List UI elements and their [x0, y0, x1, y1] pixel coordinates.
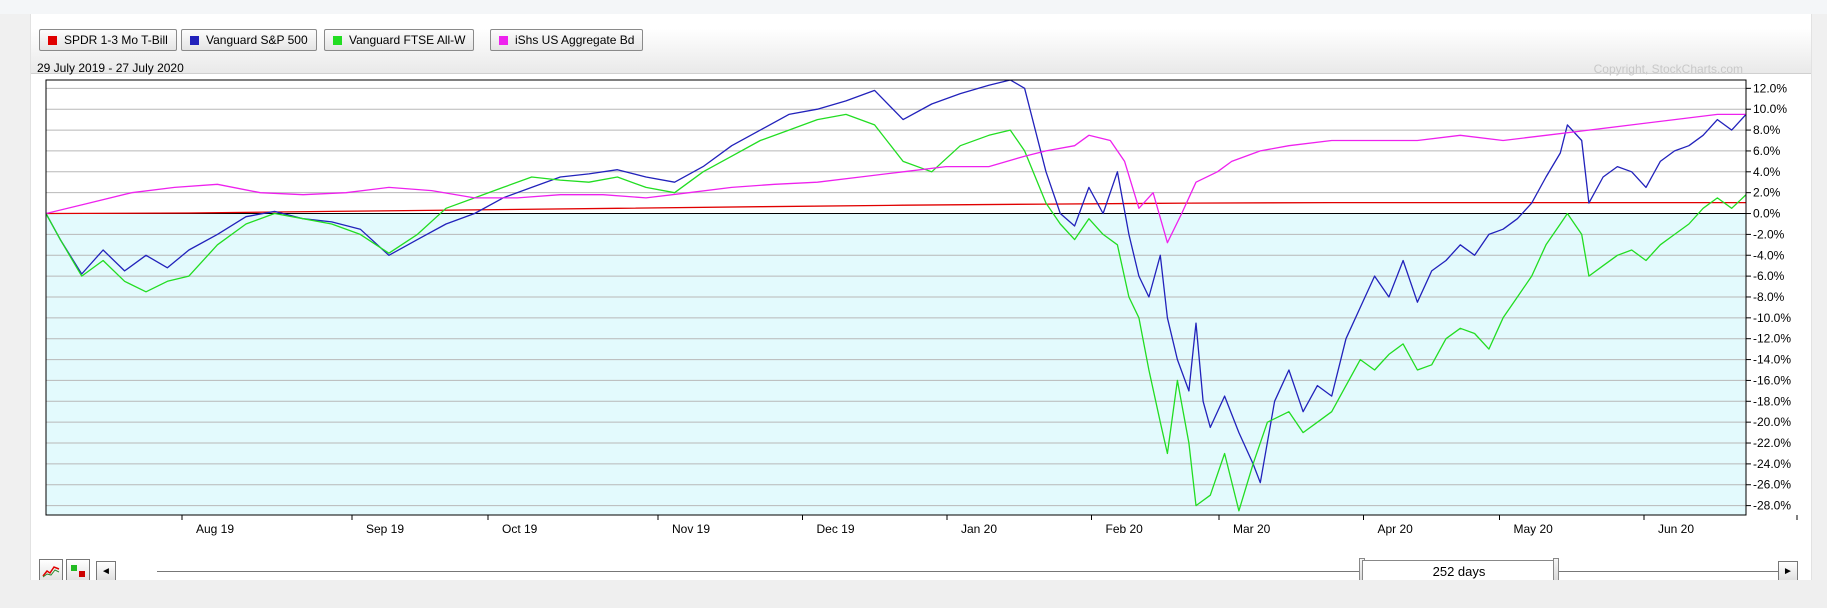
y-tick-label: -28.0%	[1753, 499, 1791, 513]
copyright-text: Copyright, StockCharts.com	[1594, 62, 1743, 76]
y-tick-label: 2.0%	[1753, 186, 1781, 200]
series-line-0	[46, 201, 1746, 215]
x-tick-label: Apr 20	[1378, 522, 1414, 536]
window-bottom-strip	[0, 580, 1827, 608]
scroll-right-button[interactable]: ►	[1778, 561, 1798, 581]
x-tick-label: Sep 19	[366, 522, 404, 536]
x-axis-ticks: Aug 19 Sep 19 Oct 19 Nov 19 Dec 19 Jan 20 Feb …	[181, 515, 1798, 536]
x-tick-label: Aug 19	[196, 522, 234, 536]
y-tick-label: -16.0%	[1753, 373, 1791, 387]
chart-panel: SPDR 1-3 Mo T-Bill Vanguard S&P 500 Vang…	[30, 14, 1812, 584]
performance-bars-icon	[71, 565, 85, 577]
y-tick-label: -8.0%	[1753, 290, 1785, 304]
x-tick-label: Jun 20	[1658, 522, 1694, 536]
y-tick-label: -24.0%	[1753, 457, 1791, 471]
y-tick-label: -20.0%	[1753, 415, 1791, 429]
scroll-right-icon: ►	[1783, 565, 1793, 577]
y-tick-label: 10.0%	[1753, 102, 1787, 116]
y-tick-label: -22.0%	[1753, 436, 1791, 450]
y-tick-label: -14.0%	[1753, 353, 1791, 367]
x-tick-label: Nov 19	[672, 522, 710, 536]
line-chart-icon	[42, 566, 60, 578]
range-days-label: 252 days	[1432, 563, 1486, 579]
y-tick-label: -6.0%	[1753, 269, 1785, 283]
scroll-left-icon: ◄	[101, 565, 111, 577]
y-tick-label: 12.0%	[1753, 81, 1787, 95]
gridlines	[46, 87, 1746, 507]
x-tick-label: Dec 19	[817, 522, 855, 536]
negative-region-background	[46, 213, 1746, 515]
y-tick-label: 0.0%	[1753, 207, 1781, 221]
y-tick-label: -12.0%	[1753, 332, 1791, 346]
y-tick-label: 6.0%	[1753, 144, 1781, 158]
y-tick-label: -18.0%	[1753, 394, 1791, 408]
y-tick-label: 8.0%	[1753, 123, 1781, 137]
y-tick-label: 4.0%	[1753, 165, 1781, 179]
date-range: 29 July 2019 - 27 July 2020	[37, 61, 184, 75]
x-tick-label: Jan 20	[961, 522, 997, 536]
y-axis-ticks: 12.0% 10.0% 8.0% 6.0% 4.0% 2.0% 0.0% -2.0% -4.0%…	[1746, 81, 1791, 513]
x-tick-label: Mar 20	[1233, 522, 1271, 536]
y-tick-label: -10.0%	[1753, 311, 1791, 325]
y-tick-label: -4.0%	[1753, 248, 1785, 262]
scroll-left-button[interactable]: ◄	[96, 561, 116, 581]
range-selector[interactable]: 252 days	[1362, 560, 1556, 582]
y-tick-label: -2.0%	[1753, 227, 1785, 241]
performance-chart: 12.0% 10.0% 8.0% 6.0% 4.0% 2.0% 0.0% -2.0% -4.0%…	[37, 61, 1798, 536]
y-tick-label: -26.0%	[1753, 478, 1791, 492]
x-tick-label: Oct 19	[502, 522, 538, 536]
x-tick-label: May 20	[1514, 522, 1554, 536]
window-top-strip	[0, 0, 1827, 14]
x-tick-label: Feb 20	[1106, 522, 1144, 536]
